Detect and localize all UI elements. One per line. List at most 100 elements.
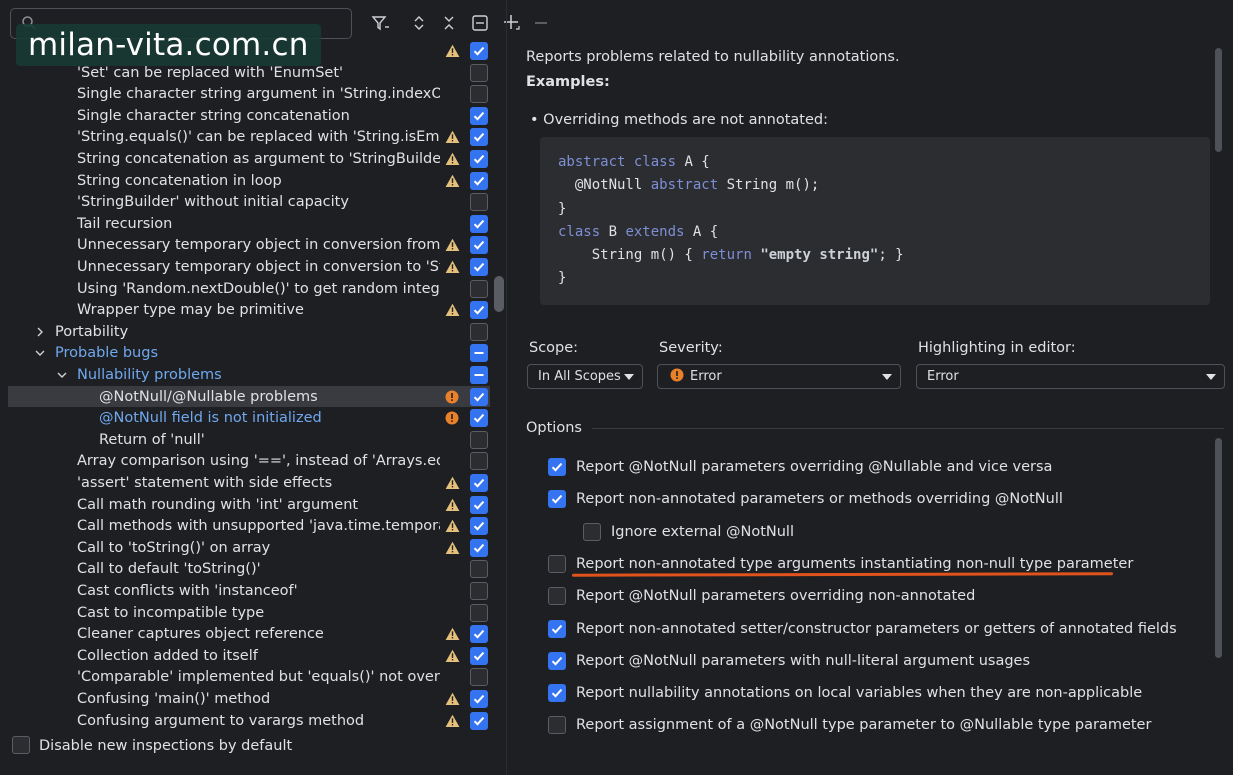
option-checkbox[interactable] bbox=[548, 587, 566, 606]
tree-row[interactable]: Call to default 'toString()' bbox=[0, 558, 490, 580]
tree-row[interactable]: Unnecessary temporary object in conversi… bbox=[0, 256, 490, 278]
highlighting-dropdown[interactable]: Error bbox=[916, 364, 1225, 389]
expand-all-icon[interactable] bbox=[408, 12, 430, 34]
description-scrollbar[interactable] bbox=[1215, 48, 1222, 152]
tree-row-checkbox[interactable] bbox=[470, 193, 488, 212]
tree-row[interactable]: Wrapper type may be primitive bbox=[0, 299, 490, 321]
disable-new-inspections-checkbox[interactable] bbox=[12, 736, 30, 754]
severity-dropdown[interactable]: Error bbox=[657, 364, 901, 389]
warning-icon bbox=[445, 519, 460, 533]
option-checkbox[interactable] bbox=[548, 619, 566, 638]
tree-row-checkbox[interactable] bbox=[470, 711, 488, 730]
filter-icon[interactable] bbox=[369, 12, 391, 34]
scope-dropdown[interactable]: In All Scopes bbox=[527, 364, 643, 389]
tree-row-checkbox[interactable] bbox=[470, 301, 488, 320]
tree-row-label: Call math rounding with 'int' argument bbox=[77, 496, 359, 513]
option-checkbox[interactable] bbox=[548, 716, 566, 735]
tree-row-checkbox[interactable] bbox=[470, 128, 488, 147]
tree-row-checkbox[interactable] bbox=[470, 344, 488, 363]
tree-row-checkbox[interactable] bbox=[470, 474, 488, 492]
chevron-right-icon[interactable] bbox=[33, 325, 47, 339]
tree-row-checkbox[interactable] bbox=[470, 258, 488, 276]
chevron-down-icon[interactable] bbox=[55, 368, 69, 382]
tree-row-label: Unnecessary temporary object in conversi… bbox=[77, 259, 440, 275]
tree-row[interactable]: Unnecessary temporary object in conversi… bbox=[0, 234, 490, 256]
tree-row-checkbox[interactable] bbox=[470, 625, 488, 644]
remove-icon[interactable] bbox=[530, 12, 552, 34]
tree-row-label: 'String.equals()' can be replaced with '… bbox=[77, 129, 440, 146]
tree-row-label: Cast conflicts with 'instanceof' bbox=[77, 583, 298, 599]
tree-row[interactable]: Tail recursion bbox=[0, 213, 490, 235]
tree-row-checkbox[interactable] bbox=[470, 668, 488, 687]
inspection-tree-panel: milan-vita.com.cn 'Set' can be replaced … bbox=[0, 0, 547, 775]
warning-icon bbox=[445, 44, 460, 58]
tree-row-checkbox[interactable] bbox=[470, 279, 488, 298]
panel-divider[interactable] bbox=[506, 0, 507, 775]
tree-row-checkbox[interactable] bbox=[470, 63, 488, 82]
reset-icon[interactable] bbox=[469, 12, 491, 34]
option-checkbox[interactable] bbox=[548, 490, 566, 509]
tree-row[interactable]: Nullability problems bbox=[0, 364, 490, 386]
chevron-down-icon[interactable] bbox=[33, 346, 47, 360]
tree-row[interactable]: Array comparison using '==', instead of … bbox=[0, 450, 490, 472]
option-checkbox[interactable] bbox=[583, 522, 601, 541]
option-checkbox[interactable] bbox=[548, 684, 566, 703]
tree-row[interactable]: 'Comparable' implemented but 'equals()' … bbox=[0, 666, 490, 688]
tree-row-checkbox[interactable] bbox=[470, 236, 488, 255]
tree-scrollbar[interactable] bbox=[494, 276, 504, 312]
tree-row-label: Confusing 'main()' method bbox=[77, 691, 271, 707]
tree-row[interactable]: Call to 'toString()' on array bbox=[0, 537, 490, 559]
tree-row-checkbox[interactable] bbox=[470, 322, 488, 341]
tree-row[interactable]: 'String.equals()' can be replaced with '… bbox=[0, 126, 490, 148]
tree-row-checkbox[interactable] bbox=[470, 690, 488, 708]
options-scrollbar[interactable] bbox=[1215, 438, 1222, 658]
tree-row[interactable]: Return of 'null' bbox=[0, 429, 490, 451]
tree-row-checkbox[interactable] bbox=[470, 538, 488, 557]
option-checkbox[interactable] bbox=[548, 554, 566, 573]
warning-icon bbox=[445, 649, 460, 663]
tree-row[interactable]: Call math rounding with 'int' argument bbox=[0, 494, 490, 516]
tree-row[interactable]: 'StringBuilder' without initial capacity bbox=[0, 191, 490, 213]
tree-row[interactable]: Confusing 'main()' method bbox=[0, 688, 490, 710]
collapse-all-icon[interactable] bbox=[438, 12, 460, 34]
tree-row[interactable]: Probable bugs bbox=[0, 342, 490, 364]
tree-row[interactable]: @NotNull field is not initialized bbox=[0, 407, 490, 429]
tree-row-checkbox[interactable] bbox=[470, 582, 488, 600]
tree-row-checkbox[interactable] bbox=[470, 366, 488, 384]
tree-row[interactable]: Using 'Random.nextDouble()' to get rando… bbox=[0, 278, 490, 300]
tree-row[interactable]: Collection added to itself bbox=[0, 645, 490, 667]
tree-row-checkbox[interactable] bbox=[470, 409, 488, 428]
tree-row-checkbox[interactable] bbox=[470, 106, 488, 125]
tree-row-checkbox[interactable] bbox=[470, 646, 488, 665]
tree-row[interactable]: Cast to incompatible type bbox=[0, 602, 490, 624]
tree-row-checkbox[interactable] bbox=[470, 171, 488, 190]
tree-row-checkbox[interactable] bbox=[470, 430, 488, 449]
tree-row-checkbox[interactable] bbox=[470, 387, 488, 406]
option-checkbox[interactable] bbox=[548, 458, 566, 476]
tree-row-checkbox[interactable] bbox=[470, 214, 488, 233]
tree-row[interactable]: Cast conflicts with 'instanceof' bbox=[0, 580, 490, 602]
tree-row[interactable]: Confusing argument to varargs method bbox=[0, 710, 490, 732]
tree-row-checkbox[interactable] bbox=[470, 150, 488, 168]
tree-row-checkbox[interactable] bbox=[470, 85, 488, 104]
code-keyword: class bbox=[558, 223, 601, 240]
tree-row-label: 'assert' statement with side effects bbox=[77, 475, 333, 491]
add-icon[interactable] bbox=[500, 12, 522, 34]
tree-row[interactable]: Single character string concatenation bbox=[0, 105, 490, 127]
option-checkbox[interactable] bbox=[548, 651, 566, 670]
tree-row[interactable]: String concatenation as argument to 'Str… bbox=[0, 148, 490, 170]
tree-row-checkbox[interactable] bbox=[470, 560, 488, 579]
tree-row-checkbox[interactable] bbox=[470, 495, 488, 514]
tree-row[interactable]: 'assert' statement with side effects bbox=[0, 472, 490, 494]
tree-row-checkbox[interactable] bbox=[470, 452, 488, 471]
tree-row-checkbox[interactable] bbox=[470, 603, 488, 622]
tree-row[interactable]: String concatenation in loop bbox=[0, 170, 490, 192]
error-icon bbox=[445, 390, 460, 404]
tree-row[interactable]: Cleaner captures object reference bbox=[0, 623, 490, 645]
tree-row[interactable]: Portability bbox=[0, 321, 490, 343]
tree-row[interactable]: @NotNull/@Nullable problems bbox=[8, 385, 490, 408]
tree-row[interactable]: Single character string argument in 'Str… bbox=[0, 83, 490, 105]
tree-row-checkbox[interactable] bbox=[470, 42, 488, 60]
tree-row-checkbox[interactable] bbox=[470, 517, 488, 536]
tree-row[interactable]: Call methods with unsupported 'java.time… bbox=[0, 515, 490, 537]
